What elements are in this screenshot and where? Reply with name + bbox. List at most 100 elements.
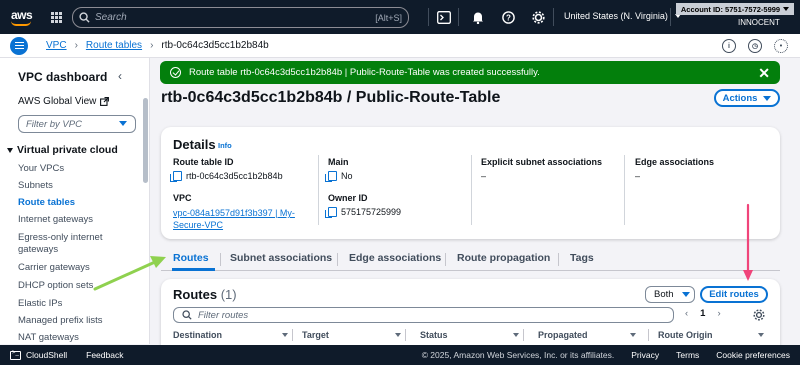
explicit-subnet-associations-field: Explicit subnet associations –: [481, 157, 602, 181]
details-panel: Details Info Route table ID rtb-0c64c3d5…: [161, 127, 780, 239]
column-header-label: Route Origin: [658, 330, 713, 340]
info-link[interactable]: Info: [218, 141, 232, 150]
sort-icon[interactable]: [513, 333, 519, 337]
sidebar-item-internet-gateways[interactable]: Internet gateways: [18, 214, 136, 226]
column-header-label: Target: [302, 330, 329, 340]
search-shortcut: [Alt+S]: [375, 12, 402, 23]
column-divider[interactable]: [292, 329, 293, 341]
owner-id-field: Owner ID 575175725999: [325, 193, 401, 218]
gear-icon[interactable]: •: [774, 39, 788, 53]
page-number[interactable]: 1: [700, 308, 705, 319]
history-icon[interactable]: ◷: [748, 39, 762, 53]
column-divider[interactable]: [523, 329, 524, 341]
breadcrumb-bar: VPC › Route tables › rtb-0c64c3d5cc1b2b8…: [0, 34, 800, 58]
bell-icon[interactable]: [470, 9, 486, 25]
column-header-propagated[interactable]: Propagated: [538, 330, 588, 340]
next-page-icon[interactable]: ›: [717, 308, 720, 319]
cloudshell-icon[interactable]: [436, 9, 452, 25]
copyright-text: © 2025, Amazon Web Services, Inc. or its…: [421, 350, 615, 360]
services-grid-icon[interactable]: [44, 0, 68, 34]
copy-icon[interactable]: [170, 171, 182, 182]
sidebar-title[interactable]: VPC dashboard: [18, 70, 107, 84]
sidebar-item-managed-prefix-lists[interactable]: Managed prefix lists: [18, 315, 136, 327]
route-table-id-label: Route table ID: [173, 157, 234, 167]
column-divider: [318, 155, 319, 225]
tab-subnet-associations[interactable]: Subnet associations: [230, 252, 332, 264]
edit-routes-button[interactable]: Edit routes: [700, 286, 768, 303]
tab-divider: [337, 253, 338, 266]
sidebar-item-route-tables[interactable]: Route tables: [18, 197, 136, 209]
user-name[interactable]: INNOCENT: [738, 18, 780, 27]
sidebar-item-subnets[interactable]: Subnets: [18, 180, 136, 192]
column-header-label: Status: [420, 330, 448, 340]
sidebar-scrollbar[interactable]: [143, 98, 148, 183]
terms-link[interactable]: Terms: [676, 350, 699, 360]
sidebar-item-egress-only-internet-gateways[interactable]: Egress-only internet gateways: [18, 232, 136, 256]
help-icon[interactable]: ?: [500, 9, 516, 25]
sidebar-item-your-vpcs[interactable]: Your VPCs: [18, 163, 136, 175]
main-label: Main: [328, 157, 349, 167]
aws-logo[interactable]: aws: [0, 0, 44, 34]
copy-icon[interactable]: [325, 207, 337, 218]
settings-gear-icon[interactable]: [530, 9, 546, 25]
tab-bar: Routes Subnet associations Edge associat…: [161, 247, 780, 271]
copy-icon[interactable]: [325, 171, 337, 182]
routes-count: (1): [220, 287, 237, 302]
info-icon[interactable]: i: [722, 39, 736, 53]
aws-global-view-link[interactable]: AWS Global View: [18, 96, 110, 107]
sidebar-section-virtual-private-cloud[interactable]: Virtual private cloud: [7, 144, 118, 156]
previous-page-icon[interactable]: ‹: [685, 308, 688, 319]
column-divider[interactable]: [648, 329, 649, 341]
account-id-badge[interactable]: Account ID: 5751-7572-5999: [676, 3, 794, 15]
table-preferences-gear-icon[interactable]: [751, 307, 767, 323]
sort-icon[interactable]: [395, 333, 401, 337]
column-header-label: Propagated: [538, 330, 588, 340]
chevron-right-icon: ›: [74, 40, 78, 51]
sidebar-item-dhcp-option-sets[interactable]: DHCP option sets: [18, 280, 136, 292]
close-icon[interactable]: ✕: [758, 65, 770, 82]
caret-down-icon: [119, 121, 127, 126]
sidebar-item-elastic-ips[interactable]: Elastic IPs: [18, 298, 136, 310]
column-divider[interactable]: [405, 329, 406, 341]
column-header-target[interactable]: Target: [302, 330, 329, 340]
nav-divider: [670, 8, 671, 26]
sort-icon[interactable]: [758, 333, 764, 337]
main-field: Main No: [325, 157, 353, 182]
route-table-id-field: Route table ID rtb-0c64c3d5cc1b2b84b: [170, 157, 313, 182]
footer-links: © 2025, Amazon Web Services, Inc. or its…: [422, 350, 790, 360]
breadcrumb-route-tables[interactable]: Route tables: [86, 40, 142, 51]
tab-divider: [220, 253, 221, 266]
sidebar-item-carrier-gateways[interactable]: Carrier gateways: [18, 262, 136, 274]
tab-routes[interactable]: Routes: [173, 252, 209, 264]
side-nav-toggle-button[interactable]: [10, 36, 28, 55]
caret-down-icon: [7, 147, 13, 153]
sort-icon[interactable]: [630, 333, 636, 337]
sort-icon[interactable]: [282, 333, 288, 337]
tab-tags[interactable]: Tags: [570, 252, 594, 264]
search-input[interactable]: Search [Alt+S]: [72, 7, 409, 28]
vpc-filter-select[interactable]: Filter by VPC: [18, 115, 136, 133]
cookie-preferences-link[interactable]: Cookie preferences: [716, 350, 790, 360]
region-selector[interactable]: United States (N. Virginia): [564, 11, 681, 21]
breadcrumb-vpc[interactable]: VPC: [46, 40, 67, 51]
sidebar-item-nat-gateways[interactable]: NAT gateways: [18, 332, 136, 344]
feedback-link[interactable]: Feedback: [86, 350, 123, 360]
nav-divider: [458, 8, 459, 26]
tab-route-propagation[interactable]: Route propagation: [457, 252, 550, 264]
column-header-destination[interactable]: Destination: [173, 330, 222, 340]
chevron-left-icon[interactable]: ‹: [118, 69, 122, 83]
caret-down-icon: [681, 292, 690, 297]
column-header-status[interactable]: Status: [420, 330, 448, 340]
vpc-link[interactable]: vpc-084a1957d91f3b397 | My-Secure-VPC: [173, 207, 308, 231]
privacy-link[interactable]: Privacy: [631, 350, 659, 360]
column-header-route-origin[interactable]: Route Origin: [658, 330, 713, 340]
filter-routes-input[interactable]: Filter routes: [173, 307, 674, 323]
tab-divider: [558, 253, 559, 266]
tab-edge-associations[interactable]: Edge associations: [349, 252, 441, 264]
chevron-right-icon: ›: [150, 40, 154, 51]
actions-button[interactable]: Actions: [714, 89, 780, 107]
cloudshell-link[interactable]: CloudShell: [10, 350, 67, 360]
vpc-field: VPC vpc-084a1957d91f3b397 | My-Secure-VP…: [173, 193, 308, 231]
route-type-select[interactable]: Both: [645, 286, 695, 303]
owner-id-label: Owner ID: [328, 193, 368, 203]
